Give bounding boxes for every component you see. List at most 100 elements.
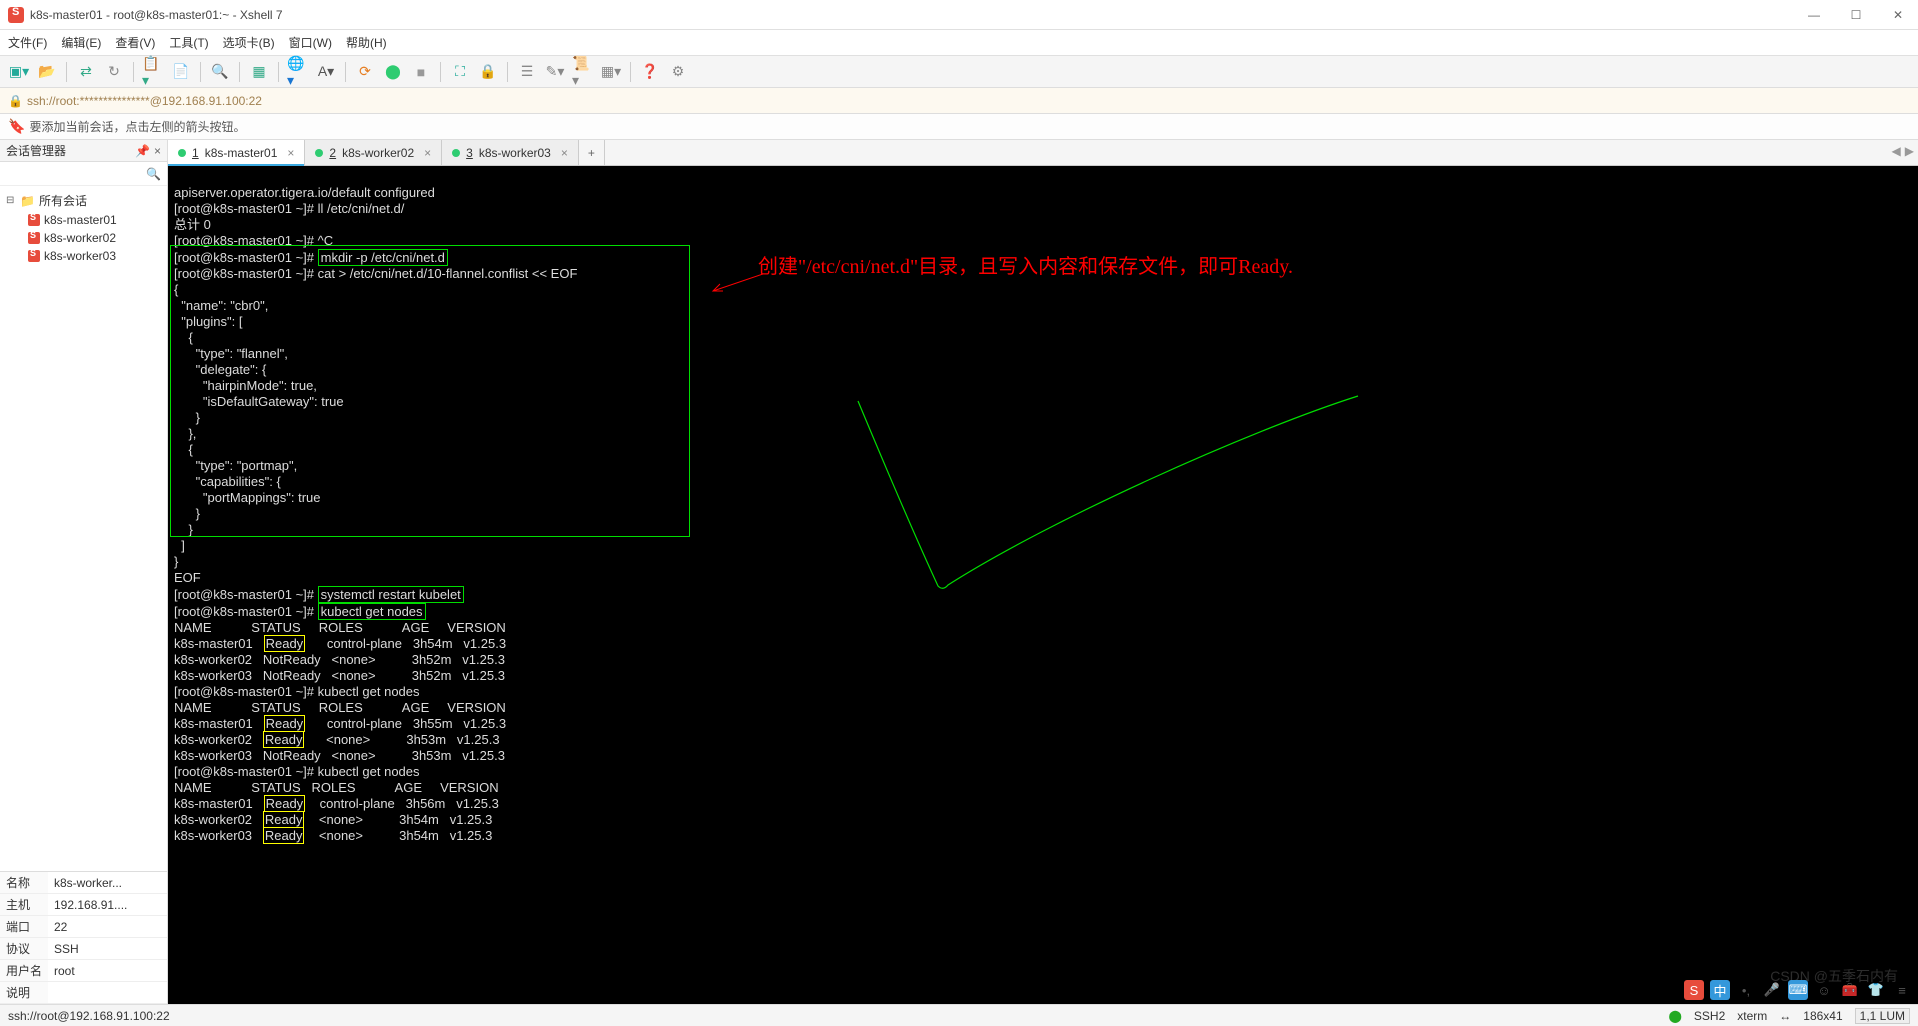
- globe-icon[interactable]: 🌐▾: [287, 61, 309, 83]
- font-icon[interactable]: A▾: [315, 61, 337, 83]
- titlebar: k8s-master01 - root@k8s-master01:~ - Xsh…: [0, 0, 1918, 30]
- status-ssh-icon: ⬤: [1668, 1009, 1681, 1023]
- close-button[interactable]: ✕: [1886, 8, 1910, 22]
- menu-file[interactable]: 文件(F): [8, 34, 47, 51]
- ime-toolbox-icon[interactable]: 🧰: [1840, 980, 1860, 1000]
- status-dot-icon: [315, 149, 323, 157]
- transfer-icon[interactable]: ⇄: [75, 61, 97, 83]
- prop-name-value: k8s-worker...: [48, 872, 167, 894]
- prop-user-label: 用户名: [0, 960, 48, 982]
- sidebar-pin-icon[interactable]: 📌: [135, 144, 150, 158]
- hint-text: 要添加当前会话，点击左侧的箭头按钮。: [29, 118, 245, 135]
- list-icon[interactable]: ☰: [516, 61, 538, 83]
- bookmark-icon[interactable]: 🔖: [8, 118, 25, 135]
- sidebar-title: 会话管理器: [6, 142, 66, 159]
- status-left: ssh://root@192.168.91.100:22: [8, 1009, 170, 1023]
- tab-close-icon[interactable]: ×: [287, 146, 294, 160]
- help-icon[interactable]: ❓: [639, 61, 661, 83]
- term-line: [root@k8s-master01 ~]# ll /etc/cni/net.d…: [174, 201, 404, 216]
- ime-keyboard-icon[interactable]: ⌨: [1788, 980, 1808, 1000]
- menu-tabs[interactable]: 选项卡(B): [223, 34, 275, 51]
- new-session-icon[interactable]: ▣▾: [8, 61, 30, 83]
- tree-root[interactable]: ⊟📁 所有会话: [0, 190, 167, 211]
- tab-next-icon[interactable]: ▶: [1905, 144, 1914, 158]
- checkmark-annotation-icon: [848, 391, 1368, 601]
- ime-sogou-icon[interactable]: S: [1684, 980, 1704, 1000]
- ime-menu-icon[interactable]: ≡: [1892, 980, 1912, 1000]
- status-ssh: SSH2: [1694, 1009, 1725, 1023]
- fullscreen-icon[interactable]: ⛶: [449, 61, 471, 83]
- status-enc: 1,1 LUM: [1855, 1008, 1910, 1024]
- tab-prev-icon[interactable]: ◀: [1892, 144, 1901, 158]
- sessions-icon[interactable]: ▦: [248, 61, 270, 83]
- terminal[interactable]: apiserver.operator.tigera.io/default con…: [168, 166, 1918, 1004]
- menu-edit[interactable]: 编辑(E): [61, 34, 101, 51]
- green-box-annotation: [170, 245, 690, 537]
- ime-punct-icon[interactable]: •,: [1736, 980, 1756, 1000]
- menu-tools[interactable]: 工具(T): [169, 34, 208, 51]
- minimize-button[interactable]: —: [1802, 8, 1826, 22]
- find-icon[interactable]: 🔍: [209, 61, 231, 83]
- prop-host-value: 192.168.91....: [48, 894, 167, 916]
- tab-worker02[interactable]: 2 k8s-worker02 ×: [305, 140, 442, 165]
- tab-close-icon[interactable]: ×: [424, 146, 431, 160]
- status-size-icon: ↔: [1779, 1009, 1791, 1023]
- ime-voice-icon[interactable]: 🎤: [1762, 980, 1782, 1000]
- term-header: NAME STATUS ROLES AGE VERSION: [174, 620, 506, 635]
- term-line: apiserver.operator.tigera.io/default con…: [174, 185, 435, 200]
- stop-icon[interactable]: ■: [410, 61, 432, 83]
- term-cell: k8s-worker02: [174, 812, 263, 827]
- window-title: k8s-master01 - root@k8s-master01:~ - Xsh…: [30, 8, 1802, 22]
- grid-icon[interactable]: ▦▾: [600, 61, 622, 83]
- tree-item-label: k8s-worker02: [44, 231, 116, 245]
- tab-master01[interactable]: 1 k8s-master01 ×: [168, 140, 305, 165]
- term-cmd-boxed: kubectl get nodes: [318, 603, 426, 620]
- lock-icon: 🔒: [8, 94, 23, 108]
- ime-lang-icon[interactable]: 中: [1710, 980, 1730, 1000]
- tree-item-worker02[interactable]: k8s-worker02: [0, 229, 167, 247]
- tab-number: 1: [192, 146, 199, 160]
- term-prompt: [root@k8s-master01 ~]#: [174, 587, 318, 602]
- sidebar-close-icon[interactable]: ×: [154, 144, 161, 158]
- tree-item-worker03[interactable]: k8s-worker03: [0, 247, 167, 265]
- menu-help[interactable]: 帮助(H): [346, 34, 387, 51]
- statusbar: ssh://root@192.168.91.100:22 ⬤ SSH2 xter…: [0, 1004, 1918, 1026]
- prop-desc-value: [48, 982, 167, 1004]
- term-cell: <none> 3h54m v1.25.3: [304, 828, 492, 843]
- maximize-button[interactable]: ☐: [1844, 8, 1868, 22]
- edit-icon[interactable]: ✎▾: [544, 61, 566, 83]
- term-line: k8s-worker03 NotReady <none> 3h53m v1.25…: [174, 748, 505, 763]
- tab-worker03[interactable]: 3 k8s-worker03 ×: [442, 140, 579, 165]
- annotation-text: 创建"/etc/cni/net.d"目录，且写入内容和保存文件，即可Ready.: [758, 260, 1293, 275]
- status-dot-icon: [452, 149, 460, 157]
- lock-icon[interactable]: 🔒: [477, 61, 499, 83]
- session-tabs: 1 k8s-master01 × 2 k8s-worker02 × 3 k8s-…: [168, 140, 1918, 166]
- tab-add-button[interactable]: +: [579, 140, 605, 165]
- tree-item-master01[interactable]: k8s-master01: [0, 211, 167, 229]
- term-line: k8s-worker02 NotReady <none> 3h52m v1.25…: [174, 652, 505, 667]
- tab-close-icon[interactable]: ×: [561, 146, 568, 160]
- script-icon[interactable]: 📜▾: [572, 61, 594, 83]
- record-icon[interactable]: ⬤: [382, 61, 404, 83]
- term-status-ready: Ready: [263, 731, 305, 748]
- paste-icon[interactable]: 📄: [170, 61, 192, 83]
- menu-view[interactable]: 查看(V): [115, 34, 155, 51]
- sidebar-filter[interactable]: 🔍: [0, 162, 167, 186]
- hintbar: 🔖 要添加当前会话，点击左侧的箭头按钮。: [0, 114, 1918, 140]
- term-cell: k8s-worker02: [174, 732, 263, 747]
- menubar: 文件(F) 编辑(E) 查看(V) 工具(T) 选项卡(B) 窗口(W) 帮助(…: [0, 30, 1918, 56]
- term-cell: control-plane 3h56m v1.25.3: [305, 796, 499, 811]
- reconnect-icon[interactable]: ↻: [103, 61, 125, 83]
- tab-label: k8s-worker03: [479, 146, 551, 160]
- ime-skin-icon[interactable]: 👕: [1866, 980, 1886, 1000]
- session-icon: [28, 250, 40, 262]
- ime-emoji-icon[interactable]: ☺: [1814, 980, 1834, 1000]
- open-icon[interactable]: 📂: [36, 61, 58, 83]
- settings-icon[interactable]: ⚙: [667, 61, 689, 83]
- copy-icon[interactable]: 📋▾: [142, 61, 164, 83]
- address-url[interactable]: ssh://root:***************@192.168.91.10…: [27, 94, 262, 108]
- refresh-icon[interactable]: ⟳: [354, 61, 376, 83]
- term-status-ready: Ready: [264, 635, 306, 652]
- menu-window[interactable]: 窗口(W): [289, 34, 332, 51]
- term-cell: k8s-master01: [174, 716, 264, 731]
